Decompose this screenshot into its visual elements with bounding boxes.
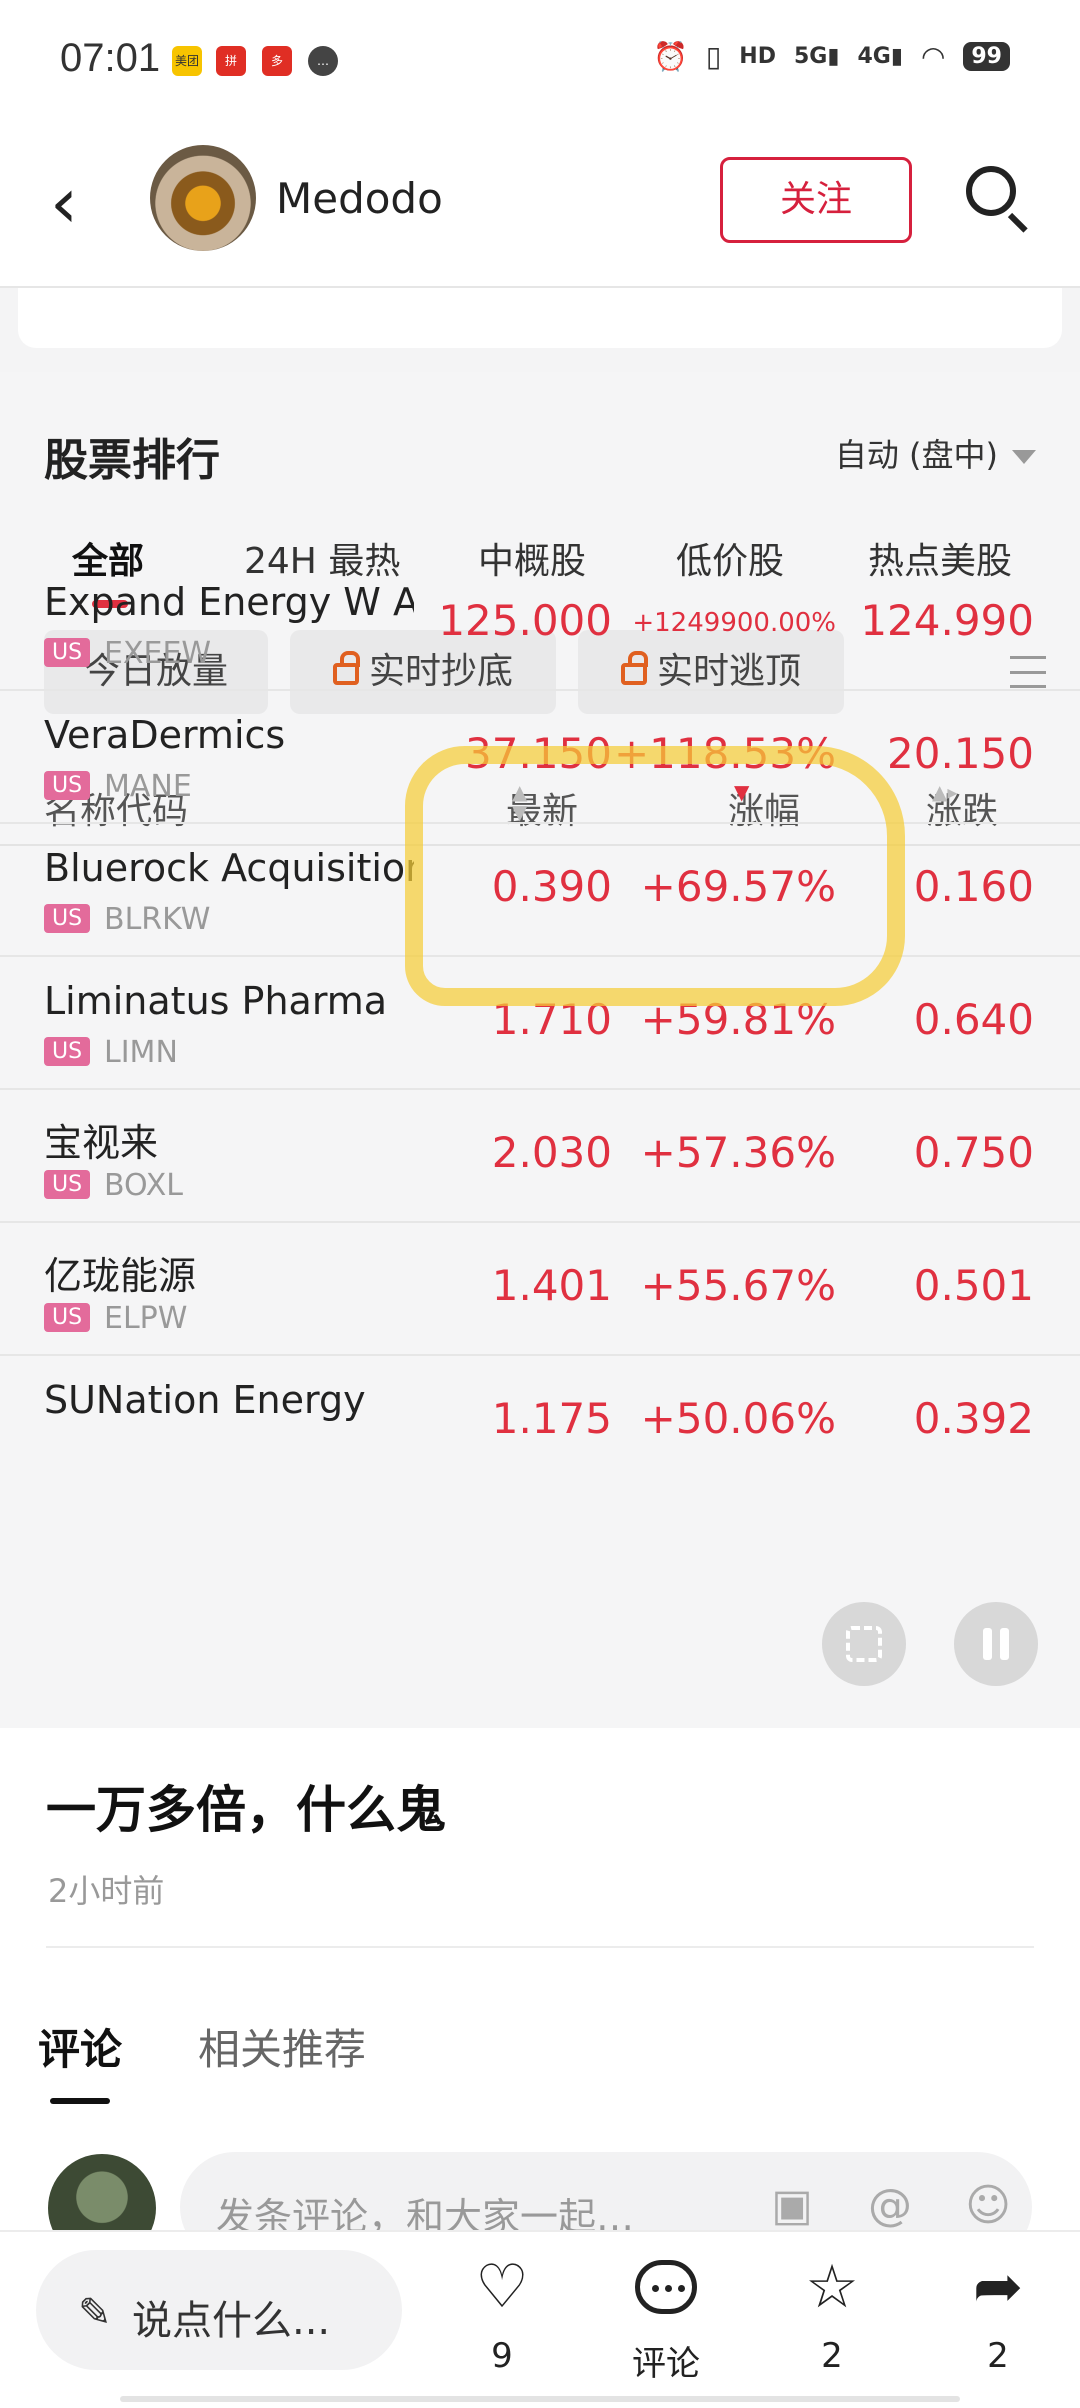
comment-tabs: 评论 相关推荐 bbox=[0, 2016, 1080, 2106]
stock-name: SUNation Energy bbox=[44, 1378, 366, 1422]
dropdown-icon bbox=[1012, 450, 1036, 464]
stock-list: Expand Energy W A US EXEEW 125.000 +1249… bbox=[0, 558, 1080, 1489]
like-button[interactable]: ♡ 9 bbox=[442, 2252, 562, 2376]
stock-change: 20.150 bbox=[887, 729, 1034, 778]
alarm-icon: ⏰ bbox=[652, 40, 688, 73]
emoji-icon[interactable]: ☺ bbox=[964, 2182, 1012, 2230]
pinduoduo-icon: 拼 bbox=[216, 46, 246, 76]
status-indicators: ⏰ ▯ HD 5G▮ 4G▮ ◠ 99 bbox=[653, 40, 1010, 73]
market-badge: US bbox=[44, 1303, 91, 1332]
stock-change: 0.392 bbox=[913, 1394, 1034, 1443]
stock-change-pct: +55.67% bbox=[640, 1261, 836, 1310]
status-bar: 07:01 美团 拼 多 … ⏰ ▯ HD 5G▮ 4G▮ ◠ 99 bbox=[0, 0, 1080, 120]
stock-price: 1.401 bbox=[491, 1261, 612, 1310]
post-image[interactable]: 股票排行 自动 (盘中) 全部 24H 最热 中概股 低价股 热点美股 今日放量… bbox=[0, 288, 1080, 1728]
market-badge: US bbox=[44, 1037, 91, 1066]
market-badge: US bbox=[44, 771, 91, 800]
stock-code: LIMN bbox=[104, 1035, 178, 1070]
stock-row: 宝视来 US BOXL 2.030 +57.36% 0.750 bbox=[0, 1090, 1080, 1223]
tab-related[interactable]: 相关推荐 bbox=[198, 2016, 366, 2077]
at-icon[interactable]: @ bbox=[866, 2182, 914, 2230]
stock-change-pct: +1249900.00% bbox=[632, 608, 836, 638]
say-something-label: 说点什么... bbox=[132, 2298, 331, 2344]
message-icon: … bbox=[308, 46, 338, 76]
stock-change: 124.990 bbox=[860, 596, 1034, 645]
market-badge: US bbox=[44, 638, 91, 667]
pause-button[interactable] bbox=[954, 1602, 1038, 1686]
star-icon: ☆ bbox=[805, 2252, 859, 2322]
scan-icon bbox=[846, 1626, 882, 1662]
stock-change-pct: +57.36% bbox=[640, 1128, 836, 1177]
home-indicator bbox=[120, 2396, 960, 2402]
image-icon[interactable]: ▣ bbox=[768, 2182, 816, 2230]
comment-composer: 发条评论，和大家一起… ▣ @ ☺ bbox=[0, 2150, 1080, 2262]
like-count: 9 bbox=[491, 2336, 513, 2376]
post-title: 一万多倍，什么鬼 bbox=[46, 1781, 446, 1839]
ranking-title: 股票排行 bbox=[44, 435, 220, 486]
highlight-annotation bbox=[405, 746, 905, 1006]
market-badge: US bbox=[44, 904, 91, 933]
comment-label: 评论 bbox=[632, 2344, 700, 2384]
share-icon: ➦ bbox=[972, 2252, 1024, 2322]
say-something-input[interactable]: ✎ 说点什么... bbox=[36, 2250, 402, 2370]
comment-icon bbox=[606, 2252, 726, 2328]
stock-name: 亿珑能源 bbox=[44, 1254, 197, 1298]
pen-icon: ✎ bbox=[78, 2290, 112, 2336]
stock-code: BLRKW bbox=[104, 902, 211, 937]
stock-code: BOXL bbox=[104, 1168, 184, 1203]
bottom-action-bar: ✎ 说点什么... ♡ 9 评论 ☆ 2 ➦ 2 bbox=[0, 2230, 1080, 2408]
stock-row: SUNation Energy 1.175 +50.06% 0.392 bbox=[0, 1356, 1080, 1489]
stock-price: 125.000 bbox=[438, 596, 612, 645]
search-icon[interactable] bbox=[962, 162, 1032, 233]
wifi-icon: ◠ bbox=[920, 40, 946, 73]
stock-name: VeraDermics bbox=[44, 713, 286, 757]
stock-change: 0.501 bbox=[913, 1261, 1034, 1310]
star-button[interactable]: ☆ 2 bbox=[772, 2252, 892, 2376]
back-icon[interactable]: ‹ bbox=[50, 168, 78, 238]
pause-icon-bar bbox=[1000, 1628, 1009, 1660]
5g-signal-icon: 5G▮ bbox=[793, 44, 840, 69]
stock-name: Expand Energy W A bbox=[44, 580, 414, 624]
stock-change-pct: +50.06% bbox=[640, 1394, 836, 1443]
4g-signal-icon: 4G▮ bbox=[857, 44, 903, 69]
stock-change: 0.640 bbox=[913, 995, 1034, 1044]
stock-row: Expand Energy W A US EXEEW 125.000 +1249… bbox=[0, 558, 1080, 691]
stock-code: EXEEW bbox=[104, 636, 212, 671]
share-button[interactable]: ➦ 2 bbox=[938, 2252, 1058, 2376]
battery-icon: 99 bbox=[963, 42, 1010, 71]
heart-icon: ♡ bbox=[475, 2252, 529, 2322]
stock-code: ELPW bbox=[104, 1301, 188, 1336]
post-divider bbox=[46, 1946, 1034, 1948]
share-count: 2 bbox=[987, 2336, 1009, 2376]
stock-row: 亿珑能源 US ELPW 1.401 +55.67% 0.501 bbox=[0, 1223, 1080, 1356]
image-card-top bbox=[18, 288, 1062, 348]
market-badge: US bbox=[44, 1170, 91, 1199]
status-time: 07:01 bbox=[60, 36, 161, 80]
vibrate-icon: ▯ bbox=[705, 40, 722, 73]
stock-price: 2.030 bbox=[491, 1128, 612, 1177]
comment-tab-underline bbox=[50, 2098, 110, 2104]
author-name[interactable]: Medodo bbox=[276, 174, 443, 223]
stock-change: 0.750 bbox=[913, 1128, 1034, 1177]
stock-code: MANE bbox=[104, 769, 192, 804]
app-icon: 多 bbox=[262, 46, 292, 76]
pause-icon bbox=[983, 1628, 992, 1660]
follow-button[interactable]: 关注 bbox=[720, 157, 912, 243]
stock-name: Liminatus Pharma bbox=[44, 979, 388, 1023]
stock-name: Bluerock Acquisition bbox=[44, 846, 414, 890]
image-scan-button[interactable] bbox=[822, 1602, 906, 1686]
comment-button[interactable]: 评论 bbox=[606, 2252, 726, 2385]
stock-name: 宝视来 bbox=[44, 1121, 159, 1165]
hd-icon: HD bbox=[739, 44, 776, 69]
meituan-icon: 美团 bbox=[172, 46, 202, 76]
post-time: 2小时前 bbox=[48, 1872, 165, 1910]
author-avatar[interactable] bbox=[150, 145, 256, 251]
post-header: ‹ Medodo 关注 bbox=[0, 130, 1080, 280]
star-count: 2 bbox=[821, 2336, 843, 2376]
ranking-mode: 自动 (盘中) bbox=[835, 430, 1036, 476]
stock-price: 1.175 bbox=[491, 1394, 612, 1443]
tab-comments[interactable]: 评论 bbox=[38, 2016, 122, 2077]
stock-change: 0.160 bbox=[913, 862, 1034, 911]
